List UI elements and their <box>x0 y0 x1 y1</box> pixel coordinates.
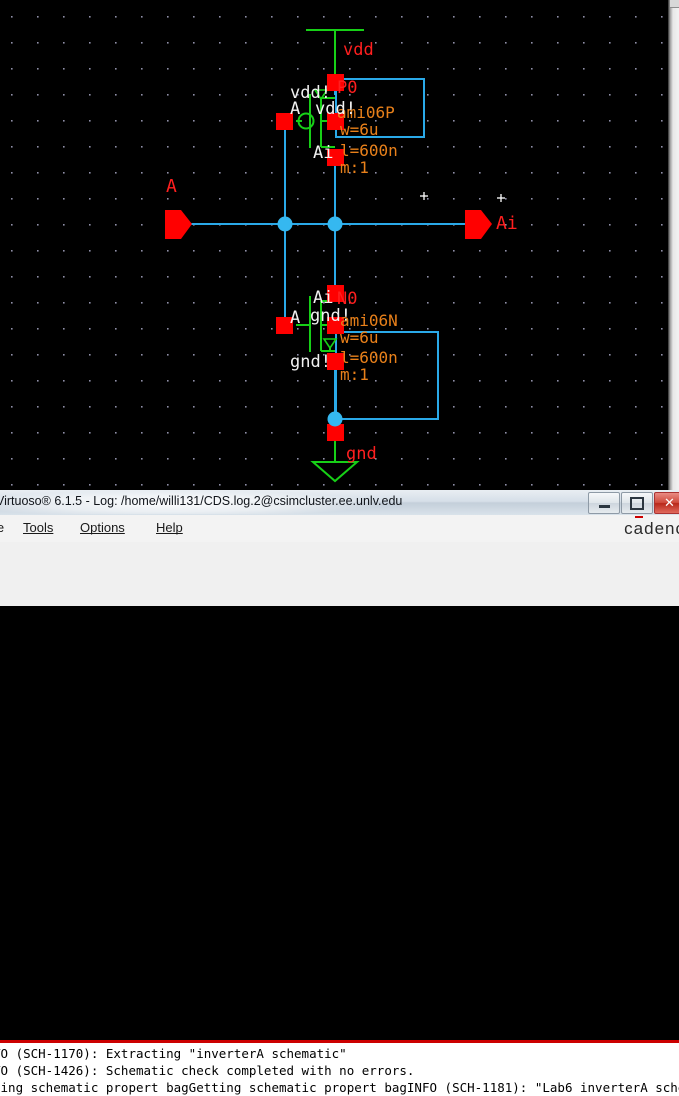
nmos-terminal-label-drain: Ai <box>313 288 334 308</box>
input-pin-shape-a[interactable] <box>165 210 192 239</box>
window-titlebar[interactable]: Virtuoso® 6.1.5 - Log: /home/willi131/CD… <box>0 490 679 516</box>
minimize-icon <box>589 493 619 513</box>
input-pin-label-a: A <box>166 176 177 197</box>
log-line: TO (SCH-1426): Schematic check completed… <box>0 1063 415 1078</box>
output-pin-label-ai: Ai <box>496 213 518 234</box>
net-label-gnd: gnd <box>346 444 377 464</box>
menu-item-options[interactable]: Options <box>80 520 125 535</box>
menu-item-help-label: Help <box>156 520 183 535</box>
menu-item-file[interactable]: le <box>0 520 4 535</box>
log-output-area[interactable]: TO (SCH-1170): Extracting "inverterA sch… <box>0 1043 679 1096</box>
virtuoso-window: vdd vdd! P0 A ami06P vdd! w=6u Ai l=600n… <box>0 0 679 1096</box>
menu-item-tools[interactable]: Tools <box>23 520 53 535</box>
pmos-terminal-label-drain: Ai <box>313 143 334 163</box>
background-window-edge-cap <box>670 0 679 8</box>
nmos-property-w: w=6u <box>340 328 379 347</box>
junction-dot-out <box>327 216 343 232</box>
junction-dot-gnd <box>327 411 343 427</box>
pmos-terminal-label-bulk: vdd! <box>315 99 356 119</box>
background-window-edge <box>668 0 679 490</box>
cursor-marks <box>420 192 505 202</box>
window-title: Virtuoso® 6.1.5 - Log: /home/willi131/CD… <box>0 494 403 508</box>
maximize-button[interactable] <box>621 492 653 514</box>
close-icon: ✕ <box>664 495 675 511</box>
log-line: ting schematic propert bagGetting schema… <box>0 1080 679 1095</box>
terminal-square-gnd <box>327 424 344 441</box>
pmos-instance-name: P0 <box>337 78 358 98</box>
nmos-property-m: m:1 <box>340 365 369 384</box>
cds-log-window: Virtuoso® 6.1.5 - Log: /home/willi131/CD… <box>0 490 679 1096</box>
nmos-terminal-label-source: gnd! <box>290 352 331 372</box>
junction-dot-gate <box>277 216 293 232</box>
menu-item-tools-label: Tools <box>23 520 54 535</box>
schematic-drawing <box>165 29 505 483</box>
maximize-icon <box>622 493 652 513</box>
cadence-logo: cadenc <box>624 519 679 539</box>
minimize-button[interactable] <box>588 492 620 514</box>
menu-item-file-label: le <box>0 520 5 535</box>
pmos-property-w: w=6u <box>340 120 379 139</box>
menu-item-options-label: Options <box>80 520 125 535</box>
output-pin-shape-ai[interactable] <box>465 210 492 239</box>
schematic-canvas[interactable]: vdd vdd! P0 A ami06P vdd! w=6u Ai l=600n… <box>0 0 668 490</box>
menu-bar[interactable]: le Tools Options Help cadenc <box>0 515 679 542</box>
pmos-terminal-label-gate: A <box>290 99 301 119</box>
pmos-property-m: m:1 <box>340 158 369 177</box>
nmos-terminal-label-gate: A <box>290 308 301 328</box>
net-label-vdd: vdd <box>343 40 374 60</box>
menu-item-help[interactable]: Help <box>156 520 183 535</box>
log-line: TO (SCH-1170): Extracting "inverterA sch… <box>0 1046 347 1061</box>
cadence-logo-text: cadenc <box>624 519 679 538</box>
close-button[interactable]: ✕ <box>654 492 679 514</box>
